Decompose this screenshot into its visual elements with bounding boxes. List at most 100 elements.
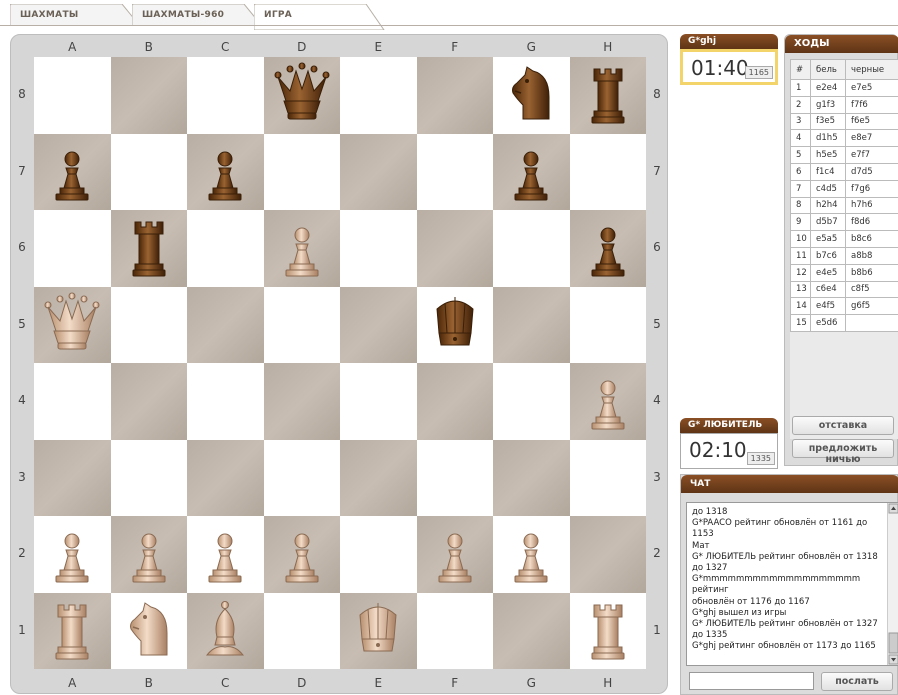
square-e8[interactable]: [340, 57, 417, 134]
tab-chess[interactable]: ШАХМАТЫ: [10, 4, 141, 26]
rank-label-right-4: 4: [653, 393, 661, 408]
square-h2[interactable]: [569, 516, 646, 593]
white-pawn-c2[interactable]: [187, 516, 264, 593]
square-d5[interactable]: [263, 286, 340, 363]
chat-log[interactable]: до 1318 G*PAACO рейтинг обновлён от 1161 …: [686, 502, 898, 666]
white-rook-a1[interactable]: [34, 593, 111, 670]
black-pawn-g7[interactable]: [493, 134, 570, 211]
square-g6[interactable]: [493, 210, 570, 287]
white-bishop-c1[interactable]: [187, 593, 264, 670]
black-rook-h8[interactable]: [570, 57, 647, 134]
white-pawn-a2[interactable]: [34, 516, 111, 593]
top-clock-body: 01:40 1165: [680, 49, 778, 85]
square-b5[interactable]: [110, 286, 187, 363]
move-row[interactable]: 14 e4f5 g6f5: [790, 297, 898, 316]
tab-game[interactable]: ИГРА: [254, 4, 385, 30]
square-a8[interactable]: [34, 57, 111, 134]
square-b4[interactable]: [110, 363, 187, 440]
move-row[interactable]: 1 e2e4 e7e5: [790, 79, 898, 97]
offer-draw-button[interactable]: предложить ничью: [792, 439, 894, 465]
send-button[interactable]: послать: [821, 672, 893, 691]
square-c6[interactable]: [187, 210, 264, 287]
chess-board[interactable]: [34, 57, 646, 669]
move-row[interactable]: 15 e5d6: [790, 314, 898, 332]
move-row[interactable]: 8 h2h4 h7h6: [790, 196, 898, 215]
square-e3[interactable]: [340, 439, 417, 516]
square-g1[interactable]: [493, 592, 570, 669]
white-pawn-f2[interactable]: [417, 516, 494, 593]
white-pawn-b2[interactable]: [111, 516, 188, 593]
move-row[interactable]: 6 f1c4 d7d5: [790, 162, 898, 181]
file-label-top-h: H: [603, 40, 613, 54]
square-g5[interactable]: [493, 286, 570, 363]
move-row[interactable]: 11 b7c6 a8b8: [790, 246, 898, 265]
white-pawn-d2[interactable]: [264, 516, 341, 593]
moves-header-row: # бель черные: [790, 59, 898, 80]
black-pawn-h6[interactable]: [570, 210, 647, 287]
black-rook-b6[interactable]: [111, 210, 188, 287]
move-row[interactable]: 9 d5b7 f8d6: [790, 213, 898, 232]
move-row[interactable]: 3 f3e5 f6e5: [790, 112, 898, 131]
square-f7[interactable]: [416, 133, 493, 210]
move-row[interactable]: 13 c6e4 c8f5: [790, 280, 898, 299]
square-h5[interactable]: [569, 286, 646, 363]
black-move: c8f5: [845, 280, 898, 299]
square-b7[interactable]: [110, 133, 187, 210]
square-h7[interactable]: [569, 133, 646, 210]
square-a6[interactable]: [34, 210, 111, 287]
square-f3[interactable]: [416, 439, 493, 516]
white-pawn-h4[interactable]: [570, 363, 647, 440]
square-a4[interactable]: [34, 363, 111, 440]
square-b8[interactable]: [110, 57, 187, 134]
black-pawn-a7[interactable]: [34, 134, 111, 211]
square-b3[interactable]: [110, 439, 187, 516]
bottom-player-name: G* ЛЮБИТЕЛЬ: [680, 418, 778, 433]
black-king-f5[interactable]: [417, 287, 494, 364]
square-f8[interactable]: [416, 57, 493, 134]
move-row[interactable]: 2 g1f3 f7f6: [790, 95, 898, 114]
black-pawn-c7[interactable]: [187, 134, 264, 211]
square-h3[interactable]: [569, 439, 646, 516]
square-g4[interactable]: [493, 363, 570, 440]
chat-scrollbar[interactable]: [887, 503, 898, 665]
square-c8[interactable]: [187, 57, 264, 134]
black-knight-g8[interactable]: [493, 57, 570, 134]
white-pawn-d6[interactable]: [264, 210, 341, 287]
square-d3[interactable]: [263, 439, 340, 516]
square-f1[interactable]: [416, 592, 493, 669]
move-row[interactable]: 10 e5a5 b8c6: [790, 230, 898, 248]
chat-input[interactable]: [689, 672, 814, 690]
bottom-player-clock: G* ЛЮБИТЕЛЬ 02:10 1335: [680, 418, 778, 469]
square-f4[interactable]: [416, 363, 493, 440]
black-queen-d8[interactable]: [264, 57, 341, 134]
square-d7[interactable]: [263, 133, 340, 210]
square-d4[interactable]: [263, 363, 340, 440]
square-c5[interactable]: [187, 286, 264, 363]
white-knight-b1[interactable]: [111, 593, 188, 670]
square-e7[interactable]: [340, 133, 417, 210]
chat-message: G* ЛЮБИТЕЛЬ рейтинг обновлён от 1327: [692, 619, 878, 630]
square-g3[interactable]: [493, 439, 570, 516]
white-queen-a5[interactable]: [34, 287, 111, 364]
resign-button[interactable]: отставка: [792, 416, 894, 435]
move-row[interactable]: 12 e4e5 b8b6: [790, 263, 898, 282]
rank-label-right-2: 2: [653, 546, 661, 561]
square-d1[interactable]: [263, 592, 340, 669]
square-e4[interactable]: [340, 363, 417, 440]
square-c4[interactable]: [187, 363, 264, 440]
square-c3[interactable]: [187, 439, 264, 516]
move-row[interactable]: 5 h5e5 e7f7: [790, 146, 898, 164]
white-pawn-g2[interactable]: [493, 516, 570, 593]
square-a3[interactable]: [34, 439, 111, 516]
square-e5[interactable]: [340, 286, 417, 363]
move-row[interactable]: 4 d1h5 e8e7: [790, 129, 898, 148]
square-e2[interactable]: [340, 516, 417, 593]
moves-table-wrap[interactable]: # бель черные 1 e2e4 e7e5 2 g1f3 f7f6 3 f3e5 f6e5 4…: [790, 59, 898, 439]
black-move: g6f5: [845, 297, 898, 316]
white-king-e1[interactable]: [340, 593, 417, 670]
square-e6[interactable]: [340, 210, 417, 287]
white-rook-h1[interactable]: [570, 593, 647, 670]
tab-chess960[interactable]: ШАХМАТЫ-960: [132, 4, 263, 26]
square-f6[interactable]: [416, 210, 493, 287]
move-row[interactable]: 7 c4d5 f7g6: [790, 179, 898, 198]
